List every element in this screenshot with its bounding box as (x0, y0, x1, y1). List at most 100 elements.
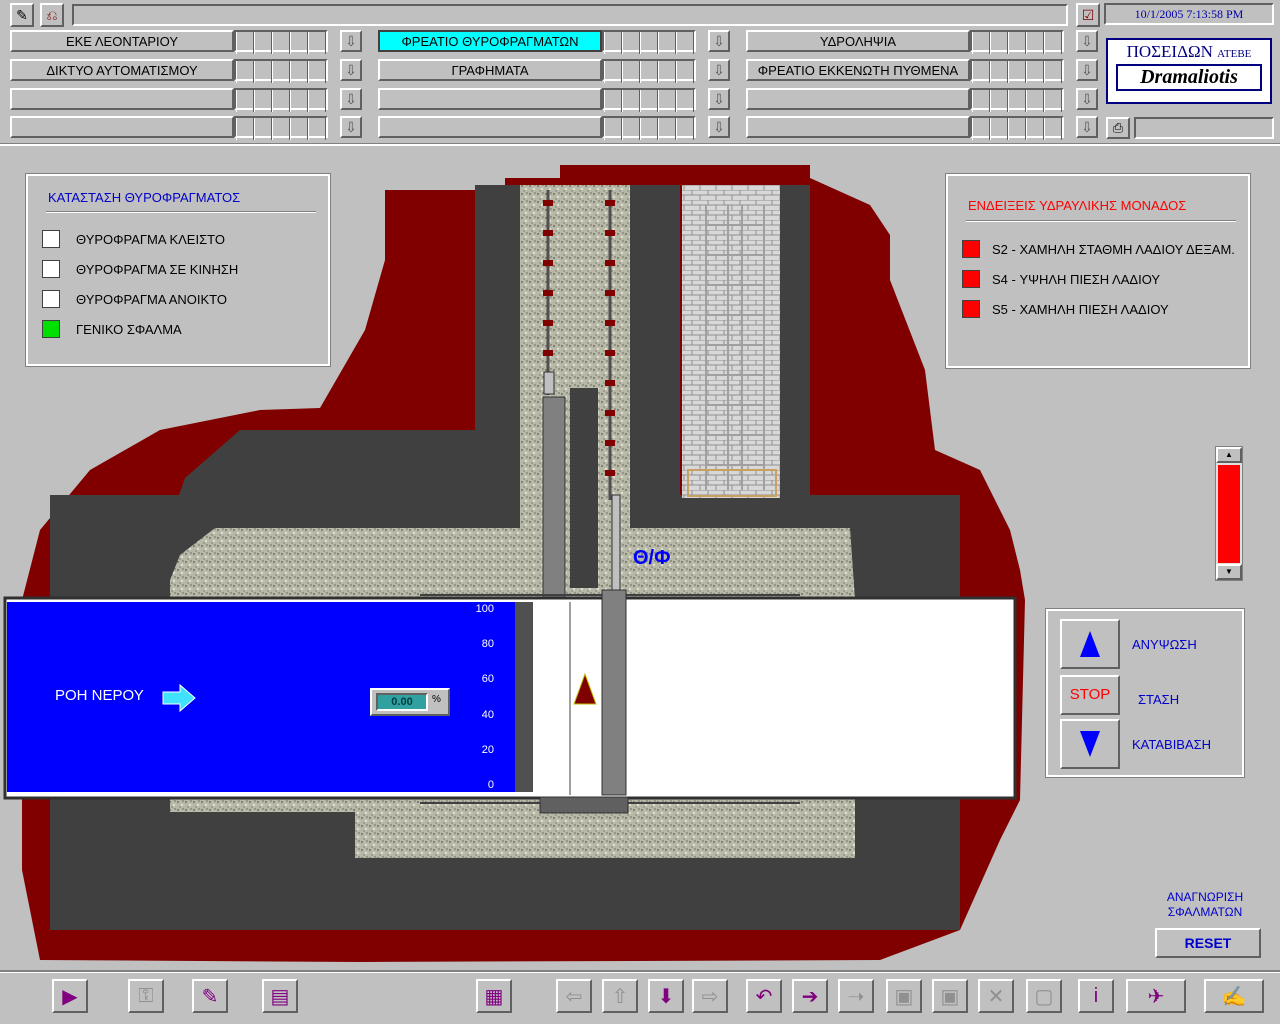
undo-icon[interactable]: ↶ (746, 979, 782, 1013)
back-icon-button[interactable]: ⎌ (40, 3, 64, 27)
raise-label: ΑΝΥΨΩΣΗ (1132, 637, 1197, 652)
nav-dropdown-arrow-icon[interactable]: ⇩ (1076, 116, 1098, 138)
app-icon-button[interactable]: ✎ (10, 3, 34, 27)
lower-button[interactable] (1060, 719, 1120, 769)
nav-status-segments (234, 59, 328, 83)
clipboard-icon[interactable]: ▦ (476, 979, 512, 1013)
plane-icon[interactable]: ✈ (1126, 979, 1186, 1013)
nav-button-r1-c2[interactable]: ΦΡΕΑΤΙΟ ΘΥΡΟΦΡΑΓΜΑΤΩΝ (378, 30, 602, 52)
nav-button-r4-c2[interactable] (378, 116, 602, 138)
key-icon[interactable]: ⚿ (128, 979, 164, 1013)
nav-dropdown-arrow-icon[interactable]: ⇩ (708, 116, 730, 138)
nav-button-r4-c1[interactable] (10, 116, 234, 138)
nav-button-r2-c3[interactable]: ΦΡΕΑΤΙΟ ΕΚΚΕΝΩΤΗ ΠΥΘΜΕΝΑ (746, 59, 970, 81)
print-setup-icon[interactable]: ▤ (262, 979, 298, 1013)
nav-dropdown-arrow-icon[interactable]: ⇩ (708, 59, 730, 81)
gate-status-title: ΚΑΤΑΣΤΑΣΗ ΘΥΡΟΦΡΑΓΜΑΤΟΣ (48, 190, 241, 205)
nav-dropdown-arrow-icon[interactable]: ⇩ (1076, 30, 1098, 52)
arrow-down-icon (1080, 731, 1100, 757)
opening-unit: % (432, 694, 441, 705)
new-file-icon[interactable]: ✎ (192, 979, 228, 1013)
gate-status-indicator (42, 260, 60, 278)
arrow-left-icon[interactable]: ⇦ (556, 979, 592, 1013)
nav-button-r1-c1[interactable]: ΕΚΕ ΛΕΟΝΤΑΡΙΟΥ (10, 30, 234, 52)
nav-dropdown-arrow-icon[interactable]: ⇩ (340, 59, 362, 81)
scale-tick-label: 60 (481, 673, 494, 686)
logo-suffix-text: ΑΤΕΒΕ (1217, 48, 1252, 60)
company-logo: ΠΟΣΕΙΔΩΝ ΑΤΕΒΕ Dramaliotis (1106, 38, 1272, 104)
printer-icon-button[interactable]: ⎙ (1106, 117, 1130, 139)
nav-button-r3-c3[interactable] (746, 88, 970, 110)
upper-gate-leaf (542, 396, 566, 603)
scroll-up-button[interactable]: ▲ (1216, 447, 1242, 463)
reset-button[interactable]: RESET (1155, 928, 1261, 958)
level-scrollbar[interactable]: ▲ ▼ (1215, 446, 1243, 581)
nav-button-r2-c2[interactable]: ΓΡΑΦΗΜΑΤΑ (378, 59, 602, 81)
nav-status-segments (602, 116, 696, 140)
nav-button-r3-c2[interactable] (378, 88, 602, 110)
scroll-down-button[interactable]: ▼ (1216, 564, 1242, 580)
nav-button-r4-c3[interactable] (746, 116, 970, 138)
hydraulic-alarm-indicator (962, 240, 980, 258)
nav-status-segments (602, 30, 696, 54)
nav-dropdown-arrow-icon[interactable]: ⇩ (340, 116, 362, 138)
nav-dropdown-arrow-icon[interactable]: ⇩ (1076, 88, 1098, 110)
print-status-field (1134, 117, 1274, 139)
computer-icon[interactable]: ▢ (1026, 979, 1062, 1013)
nav-dropdown-arrow-icon[interactable]: ⇩ (340, 88, 362, 110)
hydraulic-alarm-label: S4 - ΥΨΗΛΗ ΠΙΕΣΗ ΛΑΔΙΟΥ (992, 272, 1161, 287)
close-window-icon[interactable]: ✕ (978, 979, 1014, 1013)
lower-label: ΚΑΤΑΒΙΒΑΣΗ (1132, 737, 1212, 752)
arrow-up-icon[interactable]: ⇧ (602, 979, 638, 1013)
nav-dropdown-arrow-icon[interactable]: ⇩ (340, 30, 362, 52)
check-icon-button[interactable]: ☑ (1076, 3, 1100, 27)
hydraulic-title: ΕΝΔΕΙΞΕΙΣ ΥΔΡΑΥΛΙΚΗΣ ΜΟΝΑΔΟΣ (968, 198, 1187, 213)
arrow-down-icon[interactable]: ⬇ (648, 979, 684, 1013)
window-icon[interactable]: ▣ (886, 979, 922, 1013)
fault-ack-label: ΑΝΑΓΝΩΡΙΣΗ ΣΦΑΛΜΑΤΩΝ (1150, 890, 1260, 920)
nav-status-segments (234, 30, 328, 54)
nav-status-segments (234, 116, 328, 140)
nav-status-segments (602, 59, 696, 83)
scale-tick-label: 40 (481, 708, 494, 721)
nav-button-r3-c1[interactable] (10, 88, 234, 110)
fault-ack-line1: ΑΝΑΓΝΩΡΙΣΗ (1166, 890, 1244, 904)
nav-button-r2-c1[interactable]: ΔΙΚΤΥΟ ΑΥΤΟΜΑΤΙΣΜΟΥ (10, 59, 234, 81)
gate-status-label: ΘΥΡΟΦΡΑΓΜΑ ΣΕ ΚΙΝΗΣΗ (76, 262, 239, 277)
step-over-icon[interactable]: ➝ (838, 979, 874, 1013)
play-icon[interactable]: ▶ (52, 979, 88, 1013)
gate-status-label: ΓΕΝΙΚΟ ΣΦΑΛΜΑ (76, 322, 182, 337)
water-flow-label: ΡΟΗ ΝΕΡΟΥ (55, 687, 144, 704)
info-icon[interactable]: i (1078, 979, 1114, 1013)
arrow-right-icon[interactable]: ⇨ (692, 979, 728, 1013)
nav-dropdown-arrow-icon[interactable]: ⇩ (708, 30, 730, 52)
opening-readout: 0.00 % (370, 688, 450, 716)
stop-button[interactable]: STOP (1060, 675, 1120, 715)
logo-bottom-text: Dramaliotis (1116, 64, 1262, 91)
nav-dropdown-arrow-icon[interactable]: ⇩ (1076, 59, 1098, 81)
scale-tick-label: 20 (481, 743, 494, 756)
hydraulic-alarm-indicator (962, 270, 980, 288)
logo-top-text: ΠΟΣΕΙΔΩΝ (1126, 42, 1213, 61)
nav-status-segments (970, 59, 1064, 83)
gate-status-label: ΘΥΡΟΦΡΑΓΜΑ ΚΛΕΙΣΤΟ (76, 232, 225, 247)
nav-status-segments (970, 88, 1064, 112)
gate-control-panel: ΑΝΥΨΩΣΗ STOP ΣΤΑΣΗ ΚΑΤΑΒΙΒΑΣΗ (1045, 608, 1245, 778)
scale-tick-label: 100 (475, 603, 494, 615)
nav-status-segments (234, 88, 328, 112)
nav-button-r1-c3[interactable]: ΥΔΡΟΛΗΨΙΑ (746, 30, 970, 52)
stop-label: ΣΤΑΣΗ (1138, 692, 1180, 707)
windows-icon[interactable]: ▣ (932, 979, 968, 1013)
nav-status-segments (602, 88, 696, 112)
hydraulic-indications-panel: ΕΝΔΕΙΞΕΙΣ ΥΔΡΑΥΛΙΚΗΣ ΜΟΝΑΔΟΣ S2 - ΧΑΜΗΛΗ… (945, 173, 1251, 369)
raise-button[interactable] (1060, 619, 1120, 669)
nav-dropdown-arrow-icon[interactable]: ⇩ (708, 88, 730, 110)
gate-label: Θ/Φ (633, 547, 671, 569)
datetime-display: 10/1/2005 7:13:58 PM (1104, 3, 1274, 25)
step-into-icon[interactable]: ➔ (792, 979, 828, 1013)
gate-status-indicator (42, 290, 60, 308)
signature-icon[interactable]: ✍ (1204, 979, 1264, 1013)
hydraulic-alarm-indicator (962, 300, 980, 318)
scale-tick-label: 80 (481, 638, 494, 651)
gate-status-indicator (42, 320, 60, 338)
